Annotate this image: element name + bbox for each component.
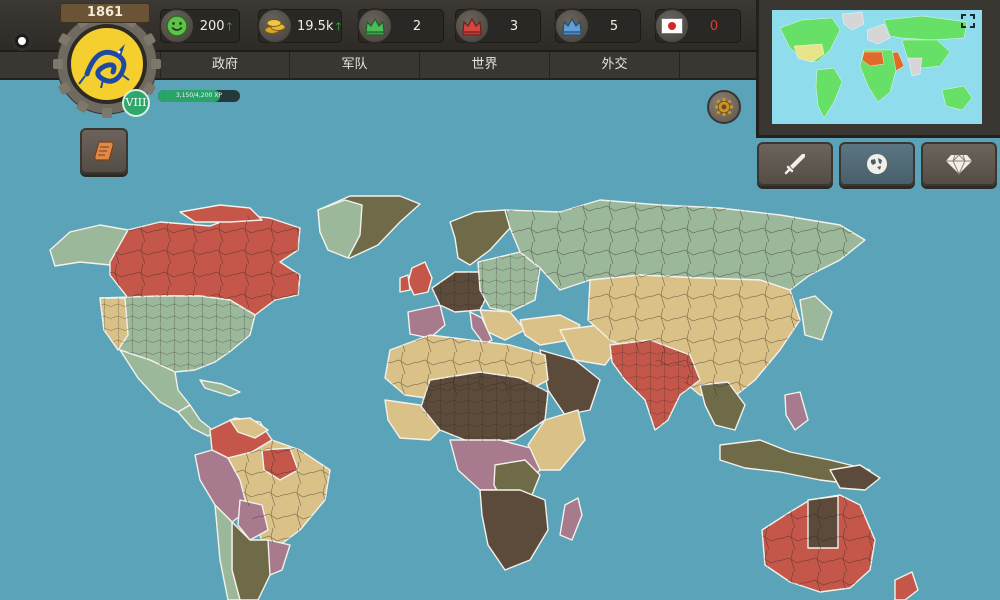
tab-government[interactable]: 政府	[160, 52, 290, 78]
stat-gold[interactable]: 19.5k 🡑	[257, 8, 342, 44]
red-crown-icon	[454, 8, 490, 44]
tab-diplomacy[interactable]: 外交	[550, 52, 680, 78]
stat-green-crown-value: 2	[412, 19, 422, 34]
territory-ireland	[399, 274, 411, 293]
diamond-icon	[946, 154, 972, 176]
scroll-icon	[94, 141, 114, 161]
world-button[interactable]	[839, 142, 915, 186]
japan-flag-icon	[654, 8, 690, 44]
minimap[interactable]	[772, 10, 982, 124]
stat-red-crown-value: 3	[509, 19, 519, 34]
stat-blue-crown[interactable]: 5	[554, 8, 641, 44]
tab-world[interactable]: 世界	[420, 52, 550, 78]
minimap-australia	[941, 85, 973, 111]
trend-up-icon: 🡑	[226, 20, 233, 33]
stat-enemy-flag[interactable]: 0	[654, 8, 741, 44]
stat-green-crown[interactable]: 2	[357, 8, 444, 44]
tab-army[interactable]: 军队	[290, 52, 420, 78]
green-crown-icon	[357, 8, 393, 44]
smiley-icon	[159, 8, 195, 44]
stat-gold-value: 19.5k	[297, 19, 334, 34]
sword-icon	[784, 154, 805, 175]
events-button[interactable]	[80, 128, 128, 174]
minimap-south-america	[815, 67, 843, 119]
stat-stability[interactable]: 200 🡑	[159, 8, 240, 44]
xp-progress-bar: 3,150/4,200 XP	[158, 90, 240, 102]
premium-button[interactable]	[921, 142, 997, 186]
xp-text: 3,150/4,200 XP	[175, 92, 222, 99]
current-year: 1861	[60, 3, 150, 23]
blue-crown-icon	[554, 8, 590, 44]
stat-blue-crown-value: 5	[609, 19, 619, 34]
level-badge: VIII	[122, 89, 150, 117]
stat-red-crown[interactable]: 3	[454, 8, 541, 44]
settings-button[interactable]	[707, 90, 741, 124]
minimap-greenland	[841, 11, 865, 31]
status-dot[interactable]	[12, 31, 32, 51]
stat-stability-value: 200	[199, 19, 225, 34]
fullscreen-icon[interactable]	[960, 14, 976, 30]
gold-coins-icon	[257, 8, 293, 44]
trend-up-icon: 🡑	[335, 20, 342, 33]
globe-icon	[867, 154, 887, 174]
war-button[interactable]	[757, 142, 833, 186]
gear-icon	[715, 98, 733, 116]
minimap-india	[907, 57, 923, 77]
stat-enemy-flag-value: 0	[709, 19, 719, 34]
minimap-russia	[883, 15, 968, 41]
